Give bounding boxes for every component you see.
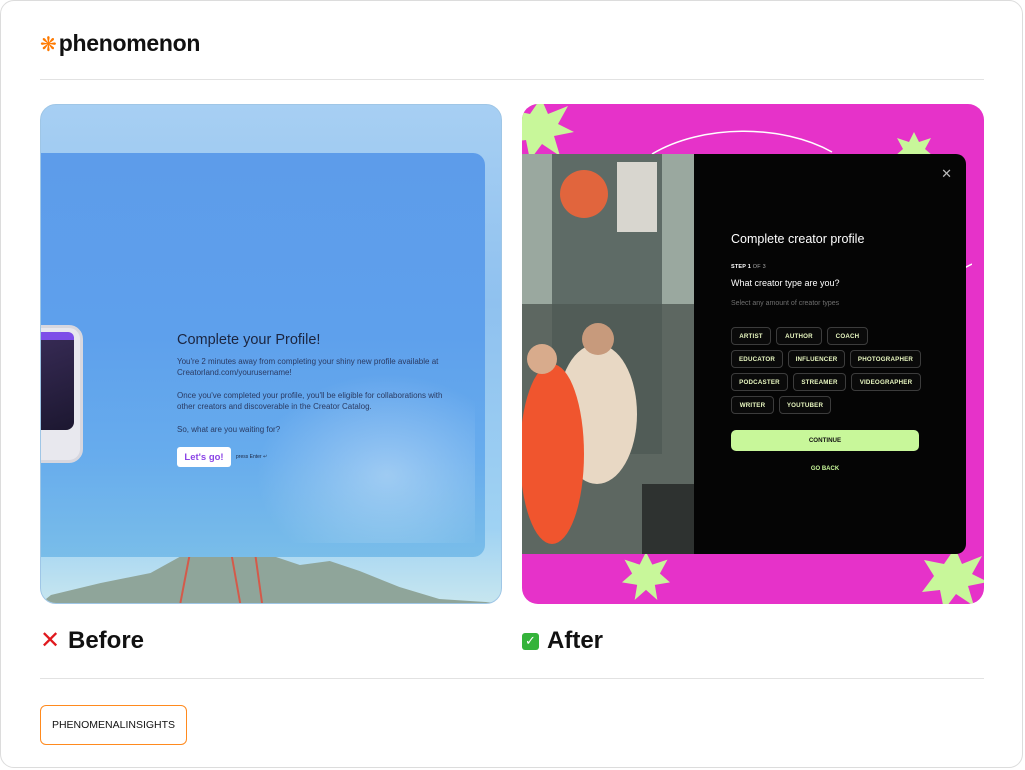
chip-coach[interactable]: COACH [827, 327, 868, 345]
tag-button[interactable]: PHENOMENALINSIGHTS [40, 705, 187, 745]
enter-hint: press Enter ↵ [236, 454, 268, 460]
question-hint: Select any amount of creator types [731, 300, 840, 307]
lets-go-button[interactable]: Let's go! [177, 447, 231, 467]
go-back-link[interactable]: GO BACK [731, 466, 919, 472]
creators-photo [522, 154, 694, 554]
phone-mockup [41, 325, 83, 463]
check-icon: ✓ [522, 632, 539, 650]
star-burst-icon [622, 552, 670, 600]
creator-profile-dialog: ✕ Complete creator profile STEP 1 OF 3 W… [522, 154, 966, 554]
after-screenshot: ✕ Complete creator profile STEP 1 OF 3 W… [522, 104, 984, 604]
dialog-paragraph: So, what are you waiting for? [177, 425, 281, 434]
dialog-title: Complete creator profile [731, 232, 865, 246]
after-label: ✓ After [522, 626, 603, 656]
star-burst-icon [522, 104, 574, 160]
step-indicator: STEP 1 OF 3 [731, 264, 766, 270]
chip-influencer[interactable]: INFLUENCER [788, 350, 845, 368]
asterisk-icon: ❋ [40, 33, 57, 56]
question-text: What creator type are you? [731, 278, 840, 288]
chip-author[interactable]: AUTHOR [776, 327, 822, 345]
chip-photographer[interactable]: PHOTOGRAPHER [850, 350, 921, 368]
chip-youtuber[interactable]: YOUTUBER [779, 396, 831, 414]
before-label: ✕ Before [40, 627, 145, 654]
dialog-title: Complete your Profile! [177, 332, 321, 348]
brand-name: phenomenon [58, 29, 201, 56]
brand-logo[interactable]: ❋ phenomenon [40, 28, 200, 58]
chip-videographer[interactable]: VIDEOGRAPHER [851, 373, 921, 391]
close-icon[interactable]: ✕ [941, 166, 952, 182]
chip-streamer[interactable]: STREAMER [793, 373, 846, 391]
footer-divider [40, 678, 984, 679]
star-burst-icon [922, 548, 984, 604]
chip-educator[interactable]: EDUCATOR [731, 350, 783, 368]
dialog-paragraph: Once you've completed your profile, you'… [177, 391, 443, 411]
header-divider [40, 79, 984, 80]
before-screenshot: Complete your Profile! You're 2 minutes … [40, 104, 502, 604]
chip-artist[interactable]: ARTIST [731, 327, 771, 345]
continue-button[interactable]: CONTINUE [731, 430, 919, 451]
cross-icon: ✕ [40, 627, 61, 654]
chip-writer[interactable]: WRITER [731, 396, 774, 414]
dialog-paragraph: You're 2 minutes away from completing yo… [177, 357, 439, 377]
profile-dialog: Complete your Profile! You're 2 minutes … [41, 153, 485, 557]
chip-podcaster[interactable]: PODCASTER [731, 373, 788, 391]
